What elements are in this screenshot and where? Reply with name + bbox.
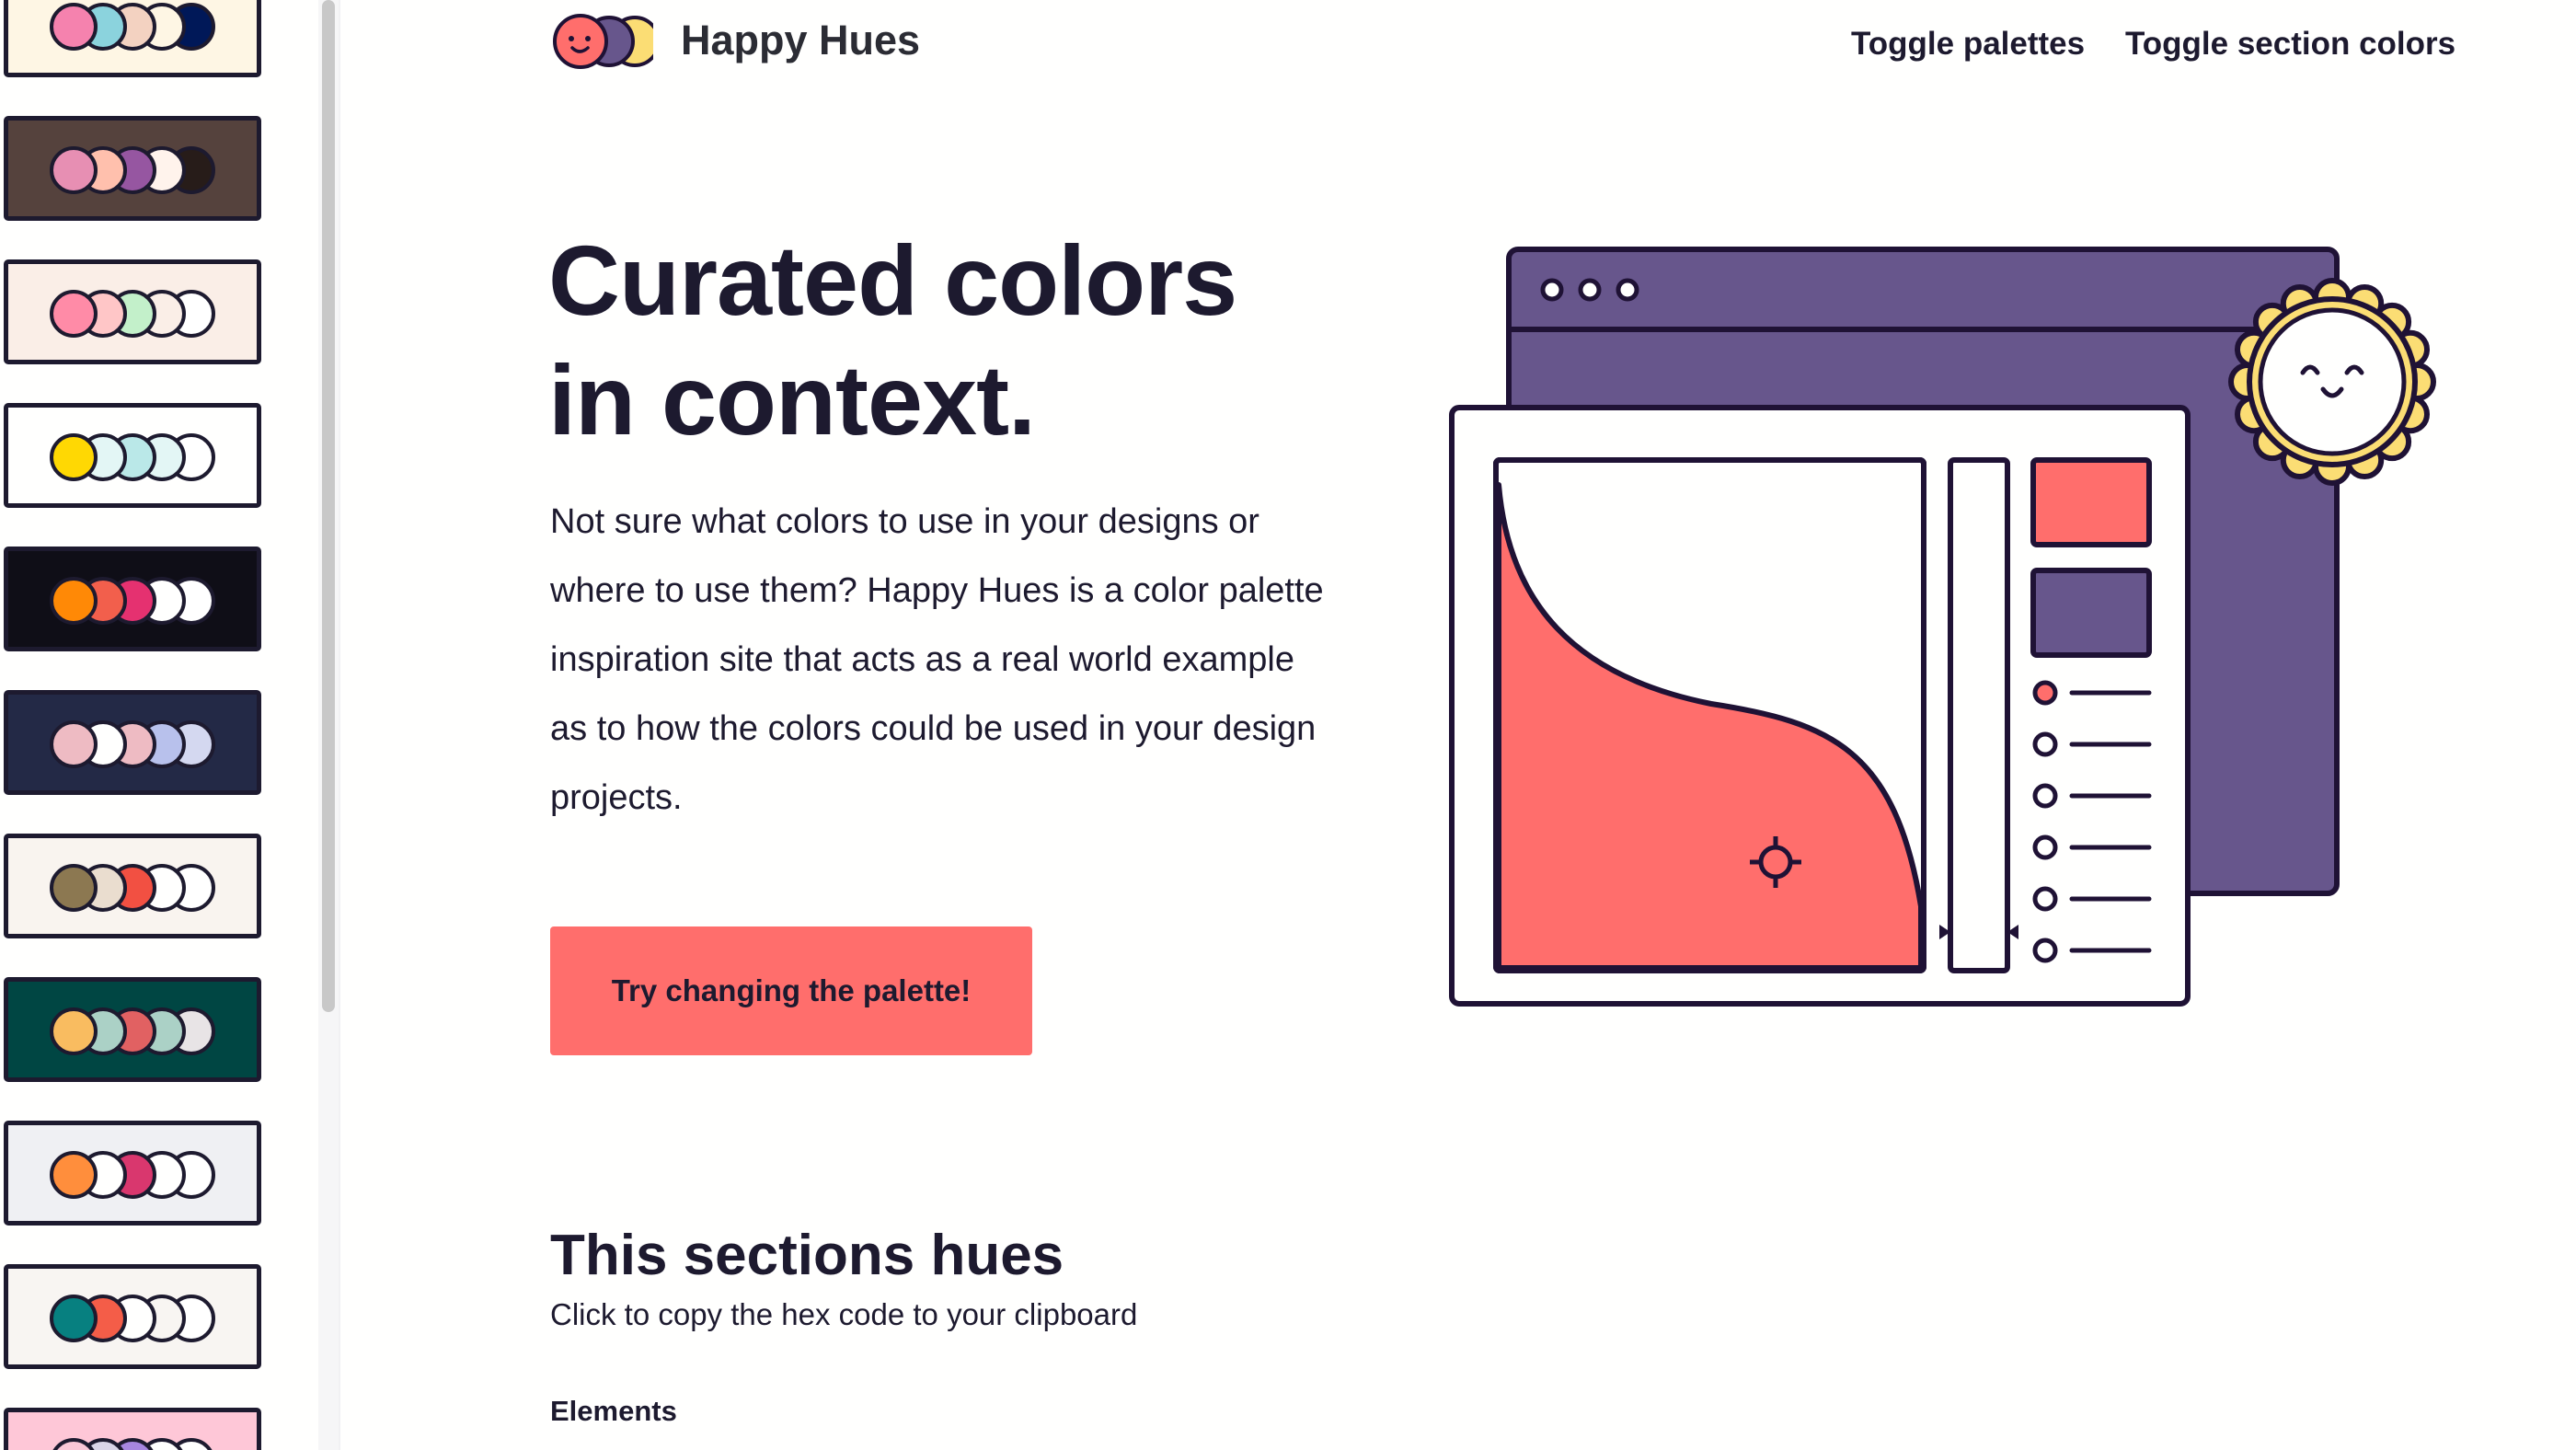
palette-color-dots xyxy=(50,3,234,51)
swatch-purple xyxy=(2030,568,2152,658)
palette-color-dots xyxy=(50,1151,234,1199)
window-dot-icon xyxy=(1616,278,1639,302)
palette-color-dot xyxy=(50,290,98,338)
swatch-red xyxy=(2030,457,2152,547)
palette-color-dot xyxy=(50,1295,98,1342)
palette-color-dot xyxy=(50,1438,98,1450)
palette-color-dot xyxy=(50,720,98,768)
hero-heading-line-1: Curated colors xyxy=(548,224,1237,336)
palette-sidebar xyxy=(0,0,340,1450)
palette-color-dots xyxy=(50,1007,234,1055)
palette-color-dots xyxy=(50,290,234,338)
hero-illustration xyxy=(1449,247,2436,1007)
sidebar-scrollbar-thumb[interactable] xyxy=(322,0,335,1012)
radio-option-icon xyxy=(2032,731,2058,757)
palette-color-dots xyxy=(50,720,234,768)
palette-swatch[interactable] xyxy=(4,834,261,938)
palette-color-dots xyxy=(50,1295,234,1342)
palette-color-dots xyxy=(50,864,234,912)
palette-swatch[interactable] xyxy=(4,0,261,77)
window-dot-icon xyxy=(1540,278,1564,302)
palette-color-dot xyxy=(50,3,98,51)
palette-color-dot xyxy=(50,864,98,912)
palette-color-dots xyxy=(50,577,234,625)
palette-swatch[interactable] xyxy=(4,116,261,221)
site-title[interactable]: Happy Hues xyxy=(681,13,920,68)
palette-color-dot xyxy=(50,146,98,194)
palette-swatch[interactable] xyxy=(4,1121,261,1226)
radio-option-icon xyxy=(2032,834,2058,860)
palette-swatch[interactable] xyxy=(4,403,261,508)
smiling-sun-icon xyxy=(2228,278,2436,486)
palette-swatch[interactable] xyxy=(4,977,261,1082)
palette-color-dot xyxy=(50,577,98,625)
toggle-section-colors-link[interactable]: Toggle section colors xyxy=(2125,20,2455,68)
radio-option-icon xyxy=(2032,886,2058,912)
radio-option-icon xyxy=(2032,680,2058,706)
palette-color-dot xyxy=(50,433,98,481)
palette-swatch[interactable] xyxy=(4,259,261,364)
section-subtitle: Click to copy the hex code to your clipb… xyxy=(550,1297,1138,1331)
palette-swatch[interactable] xyxy=(4,1264,261,1369)
hero-heading-line-2: in context. xyxy=(548,344,1036,455)
palette-color-dot xyxy=(50,1007,98,1055)
section-heading: This sections hues xyxy=(550,1224,1064,1287)
hero-description: Not sure what colors to use in your desi… xyxy=(550,502,1324,817)
palette-color-dot xyxy=(50,1151,98,1199)
palette-color-dots xyxy=(50,1438,234,1450)
window-dot-icon xyxy=(1578,278,1602,302)
elements-label: Elements xyxy=(550,1395,677,1427)
toggle-palettes-link[interactable]: Toggle palettes xyxy=(1851,20,2085,68)
hero-heading: Curated colors in context. xyxy=(548,221,1303,460)
palette-swatch[interactable] xyxy=(4,547,261,651)
palette-color-dots xyxy=(50,433,234,481)
palette-swatch[interactable] xyxy=(4,690,261,795)
happy-hues-logo-icon[interactable] xyxy=(550,9,653,74)
radio-option-icon xyxy=(2032,783,2058,809)
palette-swatch[interactable] xyxy=(4,1408,261,1450)
try-changing-palette-button[interactable]: Try changing the palette! xyxy=(550,926,1032,1055)
hue-slider xyxy=(1948,457,2010,973)
radio-option-icon xyxy=(2032,938,2058,963)
palette-color-dots xyxy=(50,146,234,194)
